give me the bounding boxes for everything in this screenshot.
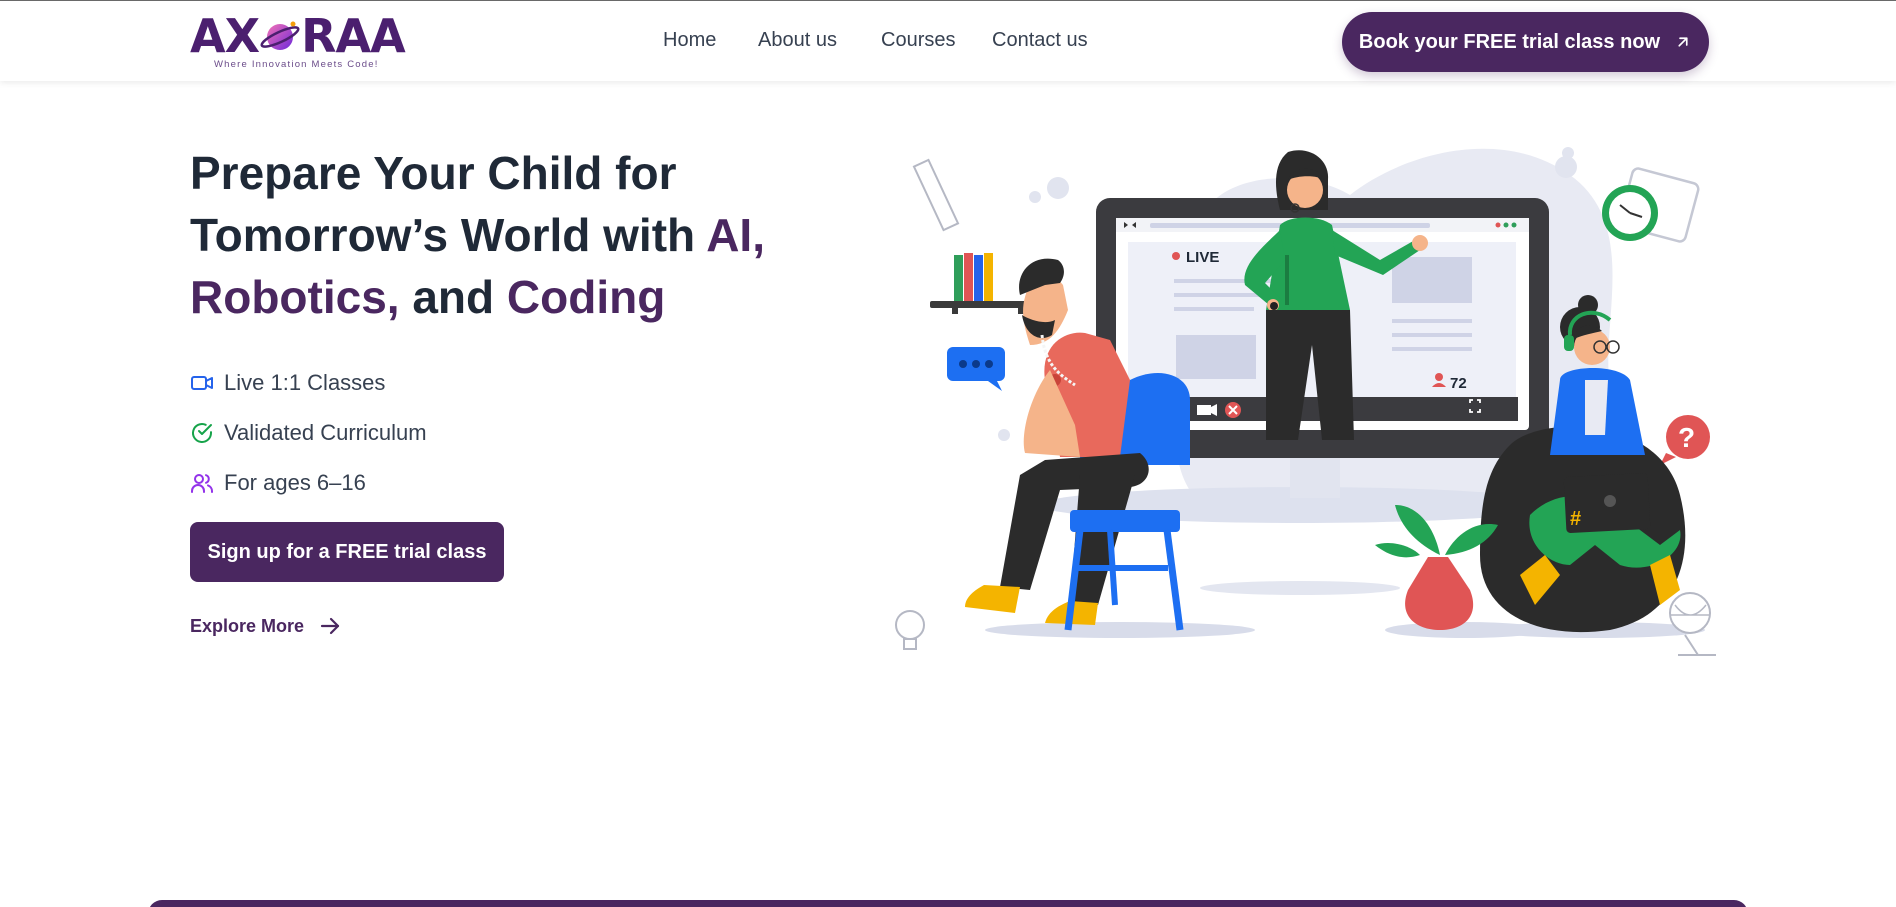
logo-prefix: AX [190,9,260,63]
video-camera-icon [190,371,214,395]
planet-icon [260,15,300,50]
hero-title-and: and [399,271,507,323]
next-section-edge [148,900,1748,907]
arrow-up-right-icon [1678,37,1688,47]
hero-title: Prepare Your Child for Tomorrow’s World … [190,142,810,328]
hero-illustration: LIVE 72 ? # [880,135,1725,670]
users-icon [190,471,214,495]
logo-suffix: RAA [301,9,406,63]
site-header: AX RAA Where Innovation Meets Code! Home [0,1,1896,81]
explore-more-label: Explore More [190,615,305,636]
hero-title-coding: Coding [506,271,666,323]
nav-home[interactable]: Home [663,29,716,52]
live-label: LIVE [1186,249,1219,266]
logo-tagline: Where Innovation Meets Code! [214,59,379,70]
explore-more-link[interactable]: Explore More [190,614,342,638]
feature-item-ages: For ages 6–16 [190,458,427,508]
feature-item-curriculum: Validated Curriculum [190,408,427,458]
arrow-right-icon [320,617,340,635]
logo-wordmark: AX RAA [190,13,406,59]
nav-courses[interactable]: Courses [881,29,955,52]
question-badge: ? [1678,422,1695,453]
feature-label: Validated Curriculum [224,420,427,445]
hero-title-robotics: Robotics, [190,271,400,323]
feature-list: Live 1:1 Classes Validated Curriculum Fo… [190,358,427,508]
nav-about-us[interactable]: About us [758,29,837,52]
book-trial-button[interactable]: Book your FREE trial class now [1342,12,1709,72]
check-circle-icon [190,421,214,445]
feature-label: Live 1:1 Classes [224,370,386,395]
book-trial-label: Book your FREE trial class now [1358,30,1661,53]
online-class-illustration: LIVE 72 ? # [895,147,1716,656]
hero-title-ai: AI, [706,209,765,261]
logo[interactable]: AX RAA Where Innovation Meets Code! [190,13,420,70]
viewer-count: 72 [1450,375,1467,392]
nav-contact-us[interactable]: Contact us [992,29,1088,52]
feature-item-live-classes: Live 1:1 Classes [190,358,427,408]
feature-label: For ages 6–16 [224,470,366,495]
hero-title-main: Prepare Your Child for Tomorrow’s World … [190,147,707,261]
hashtag-sticker: # [1570,508,1581,530]
signup-trial-button[interactable]: Sign up for a FREE trial class [190,522,504,582]
